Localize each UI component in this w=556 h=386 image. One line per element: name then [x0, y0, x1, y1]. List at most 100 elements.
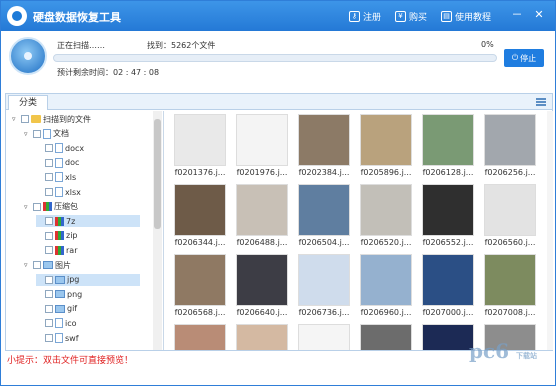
file-item[interactable]: f0206504.j...	[293, 184, 355, 247]
file-item[interactable]: f0206488.j...	[231, 184, 293, 247]
file-thumbnail[interactable]	[298, 324, 350, 350]
file-item[interactable]	[231, 324, 293, 350]
file-thumbnail[interactable]	[484, 184, 536, 236]
tree-checkbox[interactable]	[45, 188, 53, 196]
tree-checkbox[interactable]	[45, 290, 53, 299]
file-thumbnail[interactable]	[422, 324, 474, 350]
file-item[interactable]: f0206560.j...	[479, 184, 541, 247]
file-thumbnail[interactable]	[360, 184, 412, 236]
file-item[interactable]	[355, 324, 417, 350]
file-name: f0206640.j...	[236, 308, 288, 317]
tree-checkbox[interactable]	[45, 275, 53, 284]
file-thumbnail[interactable]	[422, 184, 474, 236]
file-thumbnail[interactable]	[174, 184, 226, 236]
tree-checkbox[interactable]	[45, 246, 53, 255]
file-name: f0206960.j...	[360, 308, 412, 317]
tree-node[interactable]: ▿ 图片	[24, 259, 71, 271]
app-logo-icon	[7, 6, 27, 26]
tree-node[interactable]: rar	[36, 244, 77, 256]
file-item[interactable]: f0201376.j...	[169, 114, 231, 177]
file-thumbnail[interactable]	[174, 254, 226, 306]
file-thumbnail[interactable]	[422, 254, 474, 306]
tree-node-label: gif	[67, 304, 78, 314]
file-item[interactable]: f0202384.j...	[293, 114, 355, 177]
tree-checkbox[interactable]	[45, 304, 53, 313]
file-thumbnail[interactable]	[360, 324, 412, 350]
file-item[interactable]: f0206256.j...	[479, 114, 541, 177]
tree-checkbox[interactable]	[33, 261, 41, 269]
file-item[interactable]: f0206520.j...	[355, 184, 417, 247]
tree-node[interactable]: docx	[36, 142, 84, 154]
tree-checkbox[interactable]	[45, 144, 53, 153]
file-item[interactable]: f0206736.j...	[293, 254, 355, 317]
doc-icon	[43, 128, 51, 139]
expand-icon[interactable]: ▿	[24, 261, 31, 269]
file-item[interactable]: f0206640.j...	[231, 254, 293, 317]
tree-checkbox[interactable]	[45, 173, 53, 182]
file-thumbnail[interactable]	[298, 184, 350, 236]
file-thumbnail[interactable]	[360, 114, 412, 166]
file-item[interactable]: f0207000.j...	[417, 254, 479, 317]
file-item[interactable]: f0206552.j...	[417, 184, 479, 247]
tree-node-label: rar	[66, 245, 78, 255]
file-thumbnail[interactable]	[236, 114, 288, 166]
register-button[interactable]: ⚷ 注册	[349, 9, 381, 23]
tree-node[interactable]: png	[36, 288, 82, 300]
tree-node[interactable]: jpg	[36, 273, 140, 286]
expand-icon[interactable]: ▿	[12, 115, 19, 123]
tree-checkbox[interactable]	[45, 319, 53, 328]
file-thumbnail[interactable]	[174, 324, 226, 350]
file-thumbnail[interactable]	[298, 114, 350, 166]
file-item[interactable]: f0201976.j...	[231, 114, 293, 177]
tree-scrollbar[interactable]	[153, 111, 162, 350]
tree-node[interactable]: xlsx	[36, 186, 81, 198]
file-item[interactable]: f0206128.j...	[417, 114, 479, 177]
tree-node[interactable]: swf	[36, 332, 79, 344]
file-item[interactable]	[169, 324, 231, 350]
tree-checkbox[interactable]	[33, 129, 41, 138]
grid-scrollbar[interactable]	[547, 111, 553, 350]
file-thumbnail[interactable]	[174, 114, 226, 166]
file-item[interactable]: f0206960.j...	[355, 254, 417, 317]
tree-node[interactable]: doc	[36, 157, 79, 169]
tree-checkbox[interactable]	[45, 334, 53, 342]
view-menu-icon[interactable]	[536, 98, 546, 106]
close-button[interactable]: ✕	[531, 7, 547, 23]
file-item[interactable]: f0205896.j...	[355, 114, 417, 177]
tree-scroll-thumb[interactable]	[154, 119, 161, 229]
file-thumbnail[interactable]	[484, 114, 536, 166]
tree-checkbox[interactable]	[45, 231, 53, 240]
tree-node[interactable]: 7z	[36, 215, 140, 228]
file-thumbnail[interactable]	[236, 254, 288, 306]
file-thumbnail[interactable]	[360, 254, 412, 306]
zip-icon	[55, 245, 64, 255]
file-thumbnail[interactable]	[422, 114, 474, 166]
tree-node[interactable]: zip	[36, 230, 78, 242]
expand-icon[interactable]: ▿	[24, 203, 31, 211]
file-item[interactable]: f0207008.j...	[479, 254, 541, 317]
tree-checkbox[interactable]	[45, 158, 53, 167]
stop-button[interactable]: ⏻ 停止	[504, 49, 544, 67]
expand-icon[interactable]: ▿	[24, 130, 31, 138]
buy-button[interactable]: ¥ 购买	[395, 9, 427, 23]
pic-icon	[55, 304, 65, 313]
file-thumbnail[interactable]	[298, 254, 350, 306]
tree-node[interactable]: ▿ 压缩包	[24, 201, 78, 213]
file-thumbnail[interactable]	[236, 184, 288, 236]
file-thumbnail[interactable]	[236, 324, 288, 350]
tree-checkbox[interactable]	[33, 202, 41, 211]
tab-category[interactable]: 分类	[8, 95, 48, 110]
file-item[interactable]: f0206568.j...	[169, 254, 231, 317]
tree-checkbox[interactable]	[21, 115, 29, 123]
tutorial-button[interactable]: ▤ 使用教程	[441, 9, 491, 23]
file-thumbnail[interactable]	[484, 254, 536, 306]
tree-node[interactable]: ▿ 扫描到的文件	[12, 113, 91, 125]
tree-node[interactable]: ico	[36, 317, 77, 329]
file-item[interactable]	[293, 324, 355, 350]
file-item[interactable]: f0206344.j...	[169, 184, 231, 247]
tree-checkbox[interactable]	[45, 217, 53, 226]
minimize-button[interactable]: －	[509, 7, 525, 23]
tree-node[interactable]: gif	[36, 303, 77, 315]
tree-node[interactable]: xls	[36, 171, 76, 183]
tree-node[interactable]: ▿ 文档	[24, 128, 69, 140]
